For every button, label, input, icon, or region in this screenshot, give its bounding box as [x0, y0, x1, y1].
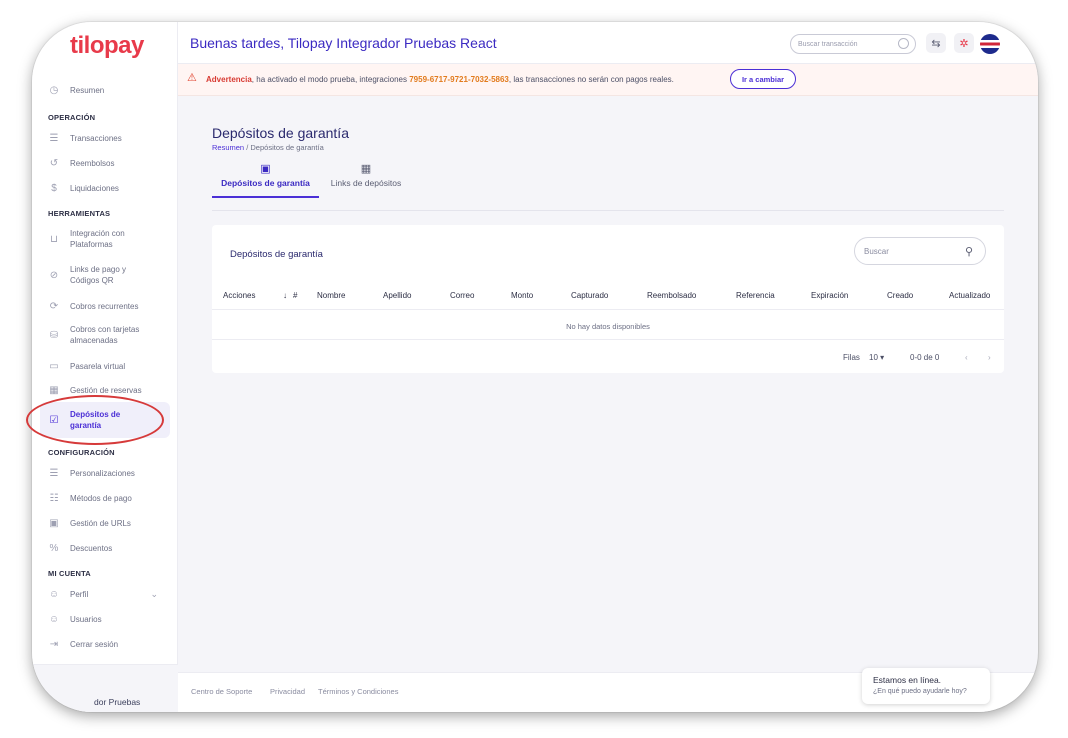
- sidebar-item-urls[interactable]: ▣ Gestión de URLs: [48, 517, 176, 529]
- prev-page-icon[interactable]: ‹: [965, 353, 968, 362]
- warning-icon: ⚠: [187, 72, 197, 84]
- col-correo[interactable]: Correo: [450, 291, 474, 300]
- calendar-icon: ▦: [49, 384, 59, 396]
- greeting: Buenas tardes, Tilopay Integrador Prueba…: [190, 35, 497, 51]
- cart-icon: ⊔: [50, 233, 58, 245]
- sidebar-item-cerrar-sesion[interactable]: ⇥ Cerrar sesión: [48, 638, 176, 650]
- breadcrumb: Resumen / Depósitos de garantía: [212, 143, 324, 152]
- sidebar-item-reembolsos[interactable]: ↺ Reembolsos: [48, 157, 176, 169]
- sidebar-item-cobros-tarjetas[interactable]: ⛁ Cobros con tarjetas almacenadas: [48, 324, 176, 346]
- go-change-button[interactable]: Ir a cambiar: [730, 69, 796, 89]
- clock-icon: ◷: [49, 84, 59, 96]
- users-icon: ☺: [48, 613, 60, 625]
- highlight-annotation: [26, 395, 164, 445]
- sort-arrow-icon[interactable]: ↓: [283, 291, 287, 300]
- page-range: 0-0 de 0: [910, 353, 940, 362]
- support-link[interactable]: Centro de Soporte: [191, 687, 252, 696]
- monitor-icon: ▣: [49, 517, 59, 529]
- sidebar-item-liquidaciones[interactable]: $ Liquidaciones: [48, 182, 176, 194]
- page-title: Depósitos de garantía: [212, 125, 349, 141]
- database-icon: ⛁: [49, 329, 59, 341]
- flag-icon[interactable]: [980, 34, 1000, 54]
- grid-list-icon: ☷: [49, 492, 59, 504]
- breadcrumb-home[interactable]: Resumen: [212, 143, 244, 152]
- sidebar-item-reservas[interactable]: ▦ Gestión de reservas: [48, 384, 176, 396]
- col-apellido[interactable]: Apellido: [383, 291, 411, 300]
- header-divider: [212, 309, 1004, 310]
- col-creado[interactable]: Creado: [887, 291, 913, 300]
- wallet-icon: ▣: [260, 163, 271, 175]
- col-expiracion[interactable]: Expiración: [811, 291, 848, 300]
- search-icon: ⚲: [964, 246, 973, 258]
- caret-down-icon: ▾: [880, 353, 885, 362]
- sidebar-item-resumen[interactable]: ◷ Resumen: [48, 84, 176, 96]
- col-number[interactable]: #: [293, 291, 297, 300]
- col-monto[interactable]: Monto: [511, 291, 533, 300]
- sidebar-item-cobros-recurrentes[interactable]: ⟳ Cobros recurrentes: [48, 300, 176, 312]
- sparkle-icon[interactable]: ✲: [954, 33, 974, 53]
- table-search-input[interactable]: Buscar ⚲: [854, 237, 986, 265]
- sidebar-item-usuarios[interactable]: ☺ Usuarios: [48, 613, 176, 625]
- section-configuracion: CONFIGURACIÓN: [48, 448, 115, 457]
- empty-message: No hay datos disponibles: [566, 322, 650, 331]
- refund-icon: ↺: [49, 157, 59, 169]
- sidebar-item-pasarela[interactable]: ▭ Pasarela virtual: [48, 360, 176, 372]
- col-nombre[interactable]: Nombre: [317, 291, 345, 300]
- top-header: Buenas tardes, Tilopay Integrador Prueba…: [178, 22, 1038, 64]
- test-mode-banner: ⚠ Advertencia, ha activado el modo prueb…: [178, 64, 1038, 96]
- sidebar-item-descuentos[interactable]: % Descuentos: [48, 542, 176, 554]
- app-window: tilopay ◷ Resumen OPERACIÓN ☰ Transaccione…: [32, 22, 1038, 712]
- col-reembolsado[interactable]: Reembolsado: [647, 291, 696, 300]
- switch-icon[interactable]: ⇆: [926, 33, 946, 53]
- table-title: Depósitos de garantía: [230, 249, 323, 260]
- transaction-search-input[interactable]: Buscar transacción: [790, 34, 916, 54]
- active-tab-indicator: [212, 196, 319, 198]
- tab-depositos[interactable]: ▣ Depósitos de garantía: [212, 162, 319, 188]
- section-operacion: OPERACIÓN: [48, 113, 96, 122]
- row-divider: [212, 339, 1004, 340]
- next-page-icon[interactable]: ›: [988, 353, 991, 362]
- qr-icon: ▦: [360, 163, 372, 175]
- rows-per-page-select[interactable]: 10 ▾: [869, 353, 884, 362]
- sidebar-user-footer[interactable]: dor Pruebas: [32, 664, 178, 712]
- chat-subtitle: ¿En qué puedo ayudarle hoy?: [873, 688, 967, 695]
- col-actualizado[interactable]: Actualizado: [949, 291, 990, 300]
- logout-icon: ⇥: [49, 638, 59, 650]
- sidebar-item-links[interactable]: ⊘ Links de pago y Códigos QR: [48, 264, 176, 286]
- user-name: dor Pruebas: [94, 697, 141, 707]
- chat-title: Estamos en línea.: [873, 675, 942, 685]
- search-icon: [898, 38, 909, 49]
- terms-link[interactable]: Términos y Condiciones: [318, 687, 398, 696]
- col-referencia[interactable]: Referencia: [736, 291, 775, 300]
- section-herramientas: HERRAMIENTAS: [48, 209, 111, 218]
- dollar-icon: $: [51, 182, 57, 194]
- deposits-table-card: Depósitos de garantía Buscar ⚲ Acciones …: [212, 225, 1004, 373]
- tab-divider: [212, 210, 1004, 211]
- list-icon: ☰: [49, 132, 59, 144]
- col-capturado[interactable]: Capturado: [571, 291, 608, 300]
- tilopay-logo[interactable]: tilopay: [70, 32, 144, 60]
- user-icon: ☺: [48, 588, 60, 600]
- card-icon: ▭: [49, 360, 59, 372]
- sidebar: tilopay ◷ Resumen OPERACIÓN ☰ Transaccione…: [32, 22, 178, 712]
- link-icon: ⊘: [49, 269, 59, 281]
- percent-icon: %: [49, 542, 59, 554]
- chat-widget[interactable]: Estamos en línea. ¿En qué puedo ayudarle…: [862, 668, 990, 704]
- sidebar-item-transacciones[interactable]: ☰ Transacciones: [48, 132, 176, 144]
- rows-label: Filas: [843, 353, 860, 362]
- sidebar-item-integracion[interactable]: ⊔ Integración con Plataformas: [48, 228, 176, 250]
- sidebar-item-personalizaciones[interactable]: ☰ Personalizaciones: [48, 467, 176, 479]
- sidebar-item-perfil[interactable]: ☺ Perfil ⌄: [48, 588, 176, 600]
- repeat-icon: ⟳: [49, 300, 59, 312]
- sliders-icon: ☰: [49, 467, 59, 479]
- chevron-down-icon[interactable]: ⌄: [150, 589, 158, 600]
- col-acciones[interactable]: Acciones: [223, 291, 255, 300]
- privacy-link[interactable]: Privacidad: [270, 687, 305, 696]
- sidebar-item-metodos[interactable]: ☷ Métodos de pago: [48, 492, 176, 504]
- tab-links-depositos[interactable]: ▦ Links de depósitos: [324, 162, 408, 188]
- section-mi-cuenta: MI CUENTA: [48, 569, 91, 578]
